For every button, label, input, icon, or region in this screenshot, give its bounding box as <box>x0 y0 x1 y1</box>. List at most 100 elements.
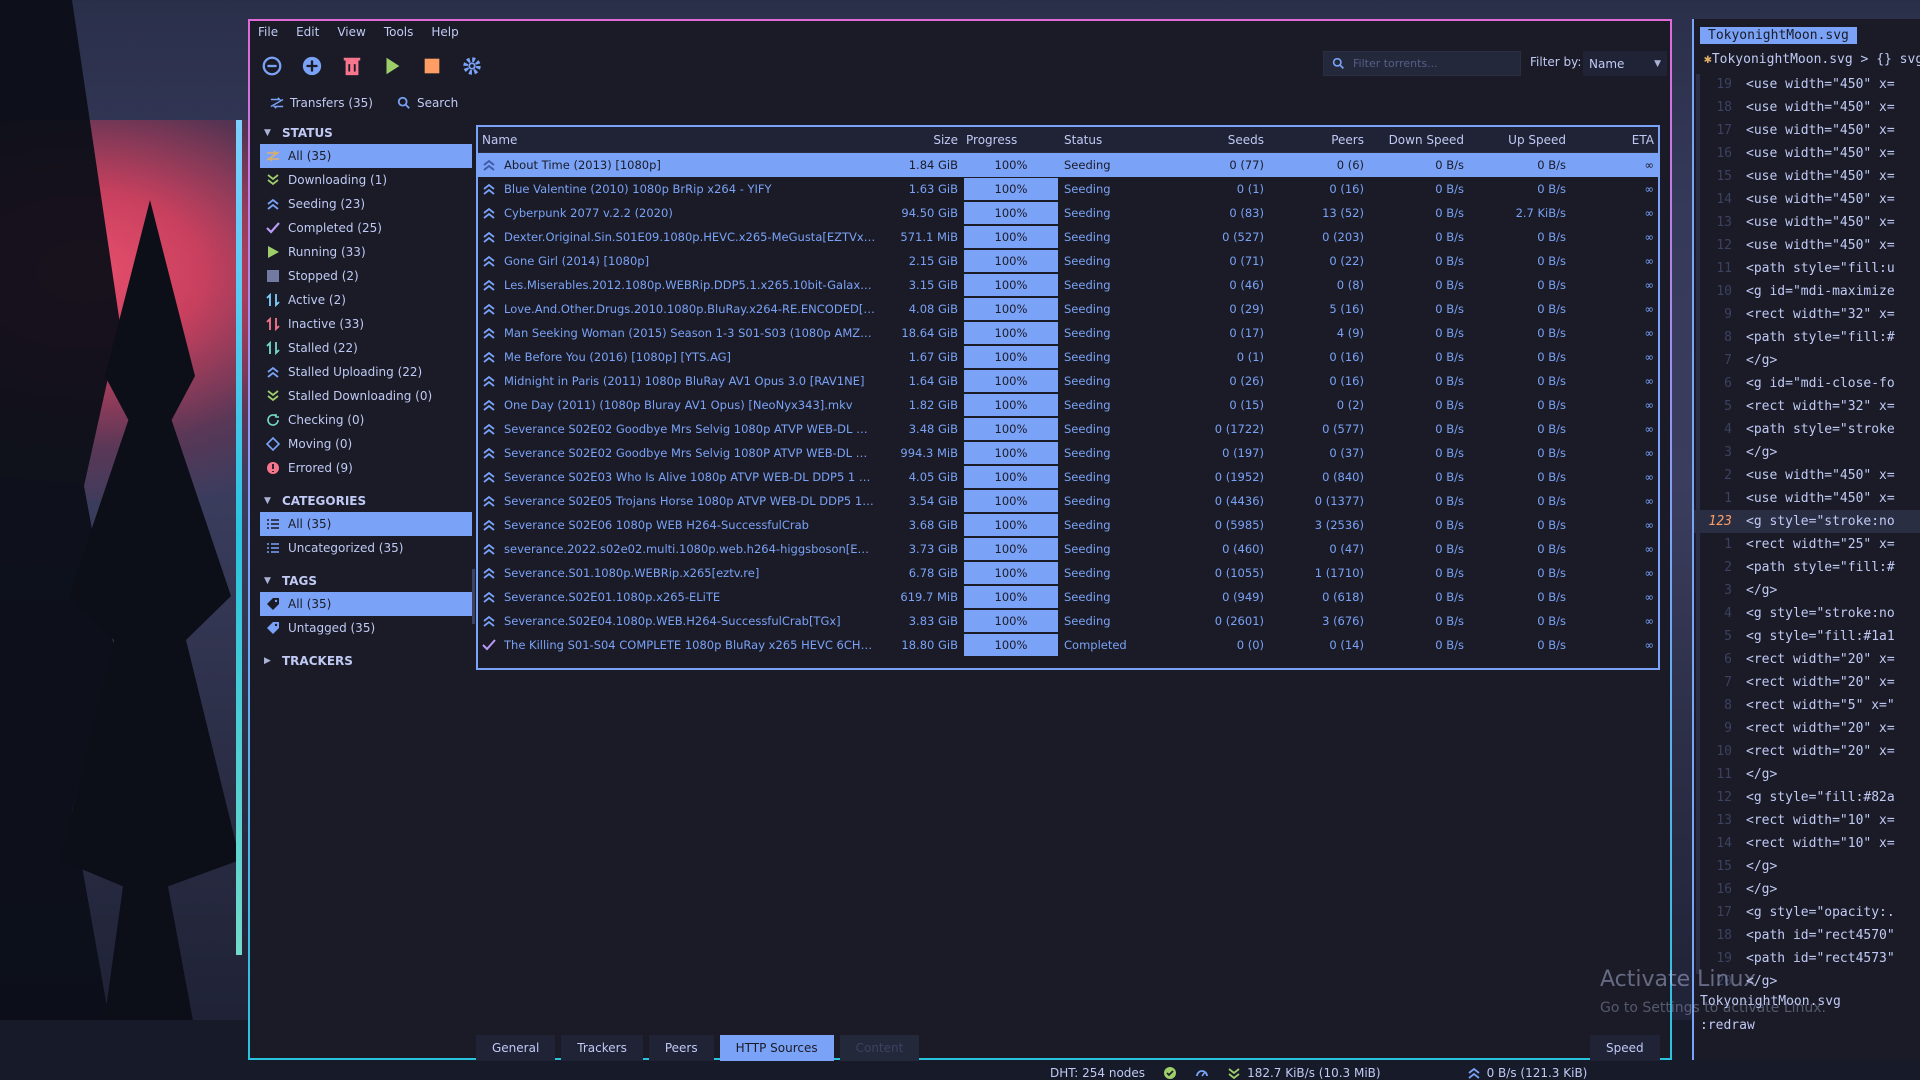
tab-trackers[interactable]: Trackers <box>561 1035 643 1061</box>
table-row[interactable]: Dexter.Original.Sin.S01E09.1080p.HEVC.x2… <box>478 225 1658 249</box>
table-row[interactable]: Severance S02E02 Goodbye Mrs Selvig 1080… <box>478 441 1658 465</box>
delete-button[interactable] <box>338 52 366 80</box>
sidebar-item-status[interactable]: Running (33) <box>260 240 472 264</box>
editor-line[interactable]: 5 <rect width="32" x= <box>1694 395 1920 418</box>
tab-peers[interactable]: Peers <box>648 1035 714 1061</box>
categories-section-header[interactable]: ▼ CATEGORIES <box>260 490 472 512</box>
tab-transfers[interactable]: Transfers (35) <box>264 91 379 115</box>
header-status[interactable]: Status <box>1060 133 1168 147</box>
table-row[interactable]: Severance S02E02 Goodbye Mrs Selvig 1080… <box>478 417 1658 441</box>
editor-line[interactable]: 6 <rect width="20" x= <box>1694 648 1920 671</box>
sidebar-item-status[interactable]: Moving (0) <box>260 432 472 456</box>
sidebar-item-status[interactable]: Seeding (23) <box>260 192 472 216</box>
editor-line[interactable]: 13 <rect width="10" x= <box>1694 809 1920 832</box>
add-link-button[interactable] <box>258 52 286 80</box>
alt-speed-toggle[interactable] <box>1195 1066 1209 1080</box>
editor-line[interactable]: 1 <rect width="25" x= <box>1694 533 1920 556</box>
editor-line[interactable]: 7 <rect width="20" x= <box>1694 671 1920 694</box>
sidebar-item-status[interactable]: Completed (25) <box>260 216 472 240</box>
editor-line[interactable]: 12 <g style="fill:#82a <box>1694 786 1920 809</box>
header-name[interactable]: Name <box>478 133 880 147</box>
header-up-speed[interactable]: Up Speed <box>1468 133 1570 147</box>
filter-by-select[interactable]: Name ▼ <box>1583 51 1667 76</box>
table-row[interactable]: Gone Girl (2014) [1080p] 2.15 GiB 100% Seed… <box>478 249 1658 273</box>
editor-command-line[interactable]: :redraw <box>1700 1018 1755 1033</box>
sidebar-item-category-uncategorized[interactable]: Uncategorized (35) <box>260 536 472 560</box>
sidebar-item-category-all[interactable]: All (35) <box>260 512 472 536</box>
menu-edit[interactable]: Edit <box>296 25 319 43</box>
editor-line[interactable]: 7 </g> <box>1694 349 1920 372</box>
add-torrent-button[interactable] <box>298 52 326 80</box>
header-eta[interactable]: ETA <box>1570 133 1658 147</box>
editor-line[interactable]: 15 <use width="450" x= <box>1694 165 1920 188</box>
editor-line[interactable]: 4 <path style="stroke <box>1694 418 1920 441</box>
sidebar-item-status[interactable]: Stalled (22) <box>260 336 472 360</box>
table-row[interactable]: severance.2022.s02e02.multi.1080p.web.h2… <box>478 537 1658 561</box>
sidebar-item-status[interactable]: Stopped (2) <box>260 264 472 288</box>
editor-line[interactable]: 2 <use width="450" x= <box>1694 464 1920 487</box>
table-row[interactable]: Severance S02E03 Who Is Alive 1080p ATVP… <box>478 465 1658 489</box>
table-row[interactable]: Severance.S01.1080p.WEBRip.x265[eztv.re]… <box>478 561 1658 585</box>
sidebar-item-status[interactable]: Stalled Downloading (0) <box>260 384 472 408</box>
editor-line[interactable]: 3 </g> <box>1694 441 1920 464</box>
editor-line[interactable]: 3 </g> <box>1694 579 1920 602</box>
editor-line[interactable]: 14 <use width="450" x= <box>1694 188 1920 211</box>
header-seeds[interactable]: Seeds <box>1168 133 1268 147</box>
breadcrumb-node[interactable]: > {} svg <box>1853 52 1920 67</box>
editor-line[interactable]: 4 <g style="stroke:no <box>1694 602 1920 625</box>
table-row[interactable]: The Killing S01-S04 COMPLETE 1080p BluRa… <box>478 633 1658 657</box>
upload-speed[interactable]: 0 B/s (121.3 KiB) <box>1467 1066 1587 1080</box>
editor-line[interactable]: 9 <rect width="20" x= <box>1694 717 1920 740</box>
header-size[interactable]: Size <box>880 133 962 147</box>
sidebar-item-status[interactable]: Inactive (33) <box>260 312 472 336</box>
table-row[interactable]: One Day (2011) (1080p Bluray AV1 Opus) [… <box>478 393 1658 417</box>
table-row[interactable]: Cyberpunk 2077 v.2.2 (2020) 94.50 GiB 100%… <box>478 201 1658 225</box>
resume-button[interactable] <box>378 52 406 80</box>
editor-line[interactable]: 17 <use width="450" x= <box>1694 119 1920 142</box>
editor-line[interactable]: 16 </g> <box>1694 878 1920 901</box>
tab-general[interactable]: General <box>476 1035 556 1061</box>
window-scrollbar[interactable] <box>236 120 242 955</box>
filter-torrents-input[interactable] <box>1353 57 1513 70</box>
settings-button[interactable] <box>458 52 486 80</box>
editor-line[interactable]: 5 <g style="fill:#1a1 <box>1694 625 1920 648</box>
table-row[interactable]: Severance S02E06 1080p WEB H264-Successf… <box>478 513 1658 537</box>
sidebar-item-tag-all[interactable]: All (35) <box>260 592 472 616</box>
tab-content[interactable]: Content <box>839 1035 920 1061</box>
tab-http-sources[interactable]: HTTP Sources <box>719 1035 834 1061</box>
editor-line[interactable]: 2 <path style="fill:# <box>1694 556 1920 579</box>
editor-line[interactable]: 17 <g style="opacity:. <box>1694 901 1920 924</box>
menu-file[interactable]: File <box>258 25 278 43</box>
editor-line[interactable]: 8 <path style="fill:# <box>1694 326 1920 349</box>
editor-line[interactable]: 19 <use width="450" x= <box>1694 73 1920 96</box>
sidebar-item-status[interactable]: Stalled Uploading (22) <box>260 360 472 384</box>
editor-tab[interactable]: TokyonightMoon.svg <box>1700 27 1857 44</box>
table-row[interactable]: About Time (2013) [1080p] 1.84 GiB 100% See… <box>478 153 1658 177</box>
tags-section-header[interactable]: ▼ TAGS <box>260 570 472 592</box>
table-row[interactable]: Severance.S02E04.1080p.WEB.H264-Successf… <box>478 609 1658 633</box>
sidebar-item-status[interactable]: Downloading (1) <box>260 168 472 192</box>
editor-line[interactable]: 13 <use width="450" x= <box>1694 211 1920 234</box>
editor-line[interactable]: 18 <use width="450" x= <box>1694 96 1920 119</box>
editor-line[interactable]: 18 <path id="rect4570" <box>1694 924 1920 947</box>
editor-line[interactable]: 8 <rect width="5" x=" <box>1694 694 1920 717</box>
download-speed[interactable]: 182.7 KiB/s (10.3 MiB) <box>1227 1066 1381 1080</box>
editor-line[interactable]: 1 <use width="450" x= <box>1694 487 1920 510</box>
editor-line[interactable]: 9 <rect width="32" x= <box>1694 303 1920 326</box>
sidebar-scrollbar[interactable] <box>472 569 475 624</box>
table-row[interactable]: Les.Miserables.2012.1080p.WEBRip.DDP5.1.… <box>478 273 1658 297</box>
table-row[interactable]: Love.And.Other.Drugs.2010.1080p.BluRay.x… <box>478 297 1658 321</box>
sidebar-item-status[interactable]: All (35) <box>260 144 472 168</box>
sidebar-item-status[interactable]: Active (2) <box>260 288 472 312</box>
table-row[interactable]: Man Seeking Woman (2015) Season 1-3 S01-… <box>478 321 1658 345</box>
header-progress[interactable]: Progress <box>962 128 1060 152</box>
table-row[interactable]: Me Before You (2016) [1080p] [YTS.AG] 1.6… <box>478 345 1658 369</box>
sidebar-item-status[interactable]: Checking (0) <box>260 408 472 432</box>
trackers-section-header[interactable]: ▶ TRACKERS <box>260 650 472 672</box>
editor-line[interactable]: 6 <g id="mdi-close-fo <box>1694 372 1920 395</box>
pause-button[interactable] <box>418 52 446 80</box>
editor-line[interactable]: 12 <use width="450" x= <box>1694 234 1920 257</box>
menu-help[interactable]: Help <box>431 25 458 43</box>
editor-line[interactable]: 10 <g id="mdi-maximize <box>1694 280 1920 303</box>
sidebar-item-status[interactable]: Errored (9) <box>260 456 472 480</box>
